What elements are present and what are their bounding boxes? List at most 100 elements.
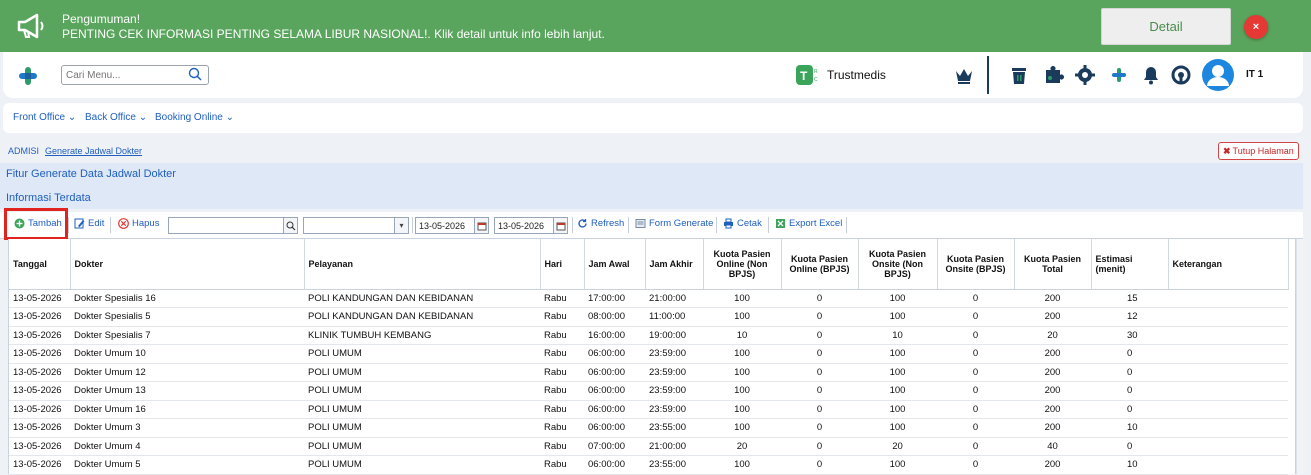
col-tanggal[interactable]: Tanggal — [9, 239, 71, 290]
cell-jam-awal: 06:00:00 — [584, 363, 645, 382]
cell-estimasi: 30 — [1091, 326, 1168, 345]
col-jam-akhir[interactable]: Jam Akhir — [645, 239, 704, 290]
cell-kuota-online-bpjs: 0 — [781, 437, 858, 456]
cell-kuota-total: 200 — [1014, 289, 1091, 308]
table-row[interactable]: 13-05-2026 Dokter Umum 4 POLI UMUM Rabu 07:0… — [9, 437, 1288, 456]
table-row[interactable]: 13-05-2026 Dokter Umum 10 POLI UMUM Rabu 06:… — [9, 344, 1288, 364]
calendar-icon[interactable] — [553, 218, 567, 233]
nav-front-office[interactable]: Front Office ⌄ — [13, 112, 76, 123]
col-keterangan[interactable]: Keterangan — [1168, 239, 1289, 290]
close-page-label: Tutup Halaman — [1232, 146, 1294, 156]
cell-estimasi: 0 — [1091, 437, 1168, 456]
cell-kuota-online-non-bpjs: 100 — [703, 381, 781, 401]
cell-kuota-online-bpjs: 0 — [781, 289, 858, 308]
cell-hari: Rabu — [540, 326, 584, 345]
cell-jam-akhir: 23:59:00 — [645, 363, 703, 382]
col-pelayanan[interactable]: Pelayanan — [304, 239, 541, 290]
cell-kuota-onsite-non-bpjs: 100 — [858, 344, 937, 364]
cell-dokter: Dokter Umum 4 — [70, 437, 304, 456]
user-name[interactable]: IT 1 — [1246, 69, 1263, 80]
col-kuota-online-bpjs[interactable]: Kuota Pasien Online (BPJS) — [781, 239, 859, 290]
col-kuota-online-non-bpjs[interactable]: Kuota Pasien Online (Non BPJS) — [703, 239, 782, 290]
app-logo-icon[interactable] — [17, 65, 39, 87]
menu-search-input[interactable] — [61, 65, 209, 85]
col-dokter[interactable]: Dokter — [70, 239, 305, 290]
close-page-button[interactable]: ✖ Tutup Halaman — [1218, 142, 1299, 160]
cell-dokter: Dokter Umum 10 — [70, 344, 304, 364]
svg-text:C: C — [814, 77, 818, 83]
col-hari[interactable]: Hari — [540, 239, 585, 290]
cell-kuota-online-non-bpjs: 100 — [703, 400, 781, 419]
toolbar-separator — [68, 217, 69, 233]
toolbar-separator — [412, 217, 413, 233]
bell-icon[interactable] — [1140, 64, 1162, 86]
search-icon[interactable] — [188, 67, 202, 81]
nav-back-office[interactable]: Back Office ⌄ — [85, 112, 147, 123]
gear-icon[interactable] — [1074, 64, 1096, 86]
chevron-down-icon[interactable]: ▾ — [394, 218, 408, 233]
cell-jam-awal: 16:00:00 — [584, 326, 645, 345]
headset-icon[interactable] — [1170, 64, 1192, 86]
cell-kuota-onsite-non-bpjs: 100 — [858, 400, 937, 419]
export-excel-button[interactable]: Export Excel — [775, 218, 842, 229]
user-avatar-icon[interactable] — [1202, 59, 1234, 91]
grid-scrollbar[interactable] — [1296, 239, 1305, 474]
cell-pelayanan: POLI KANDUNGAN DAN KEBIDANAN — [304, 307, 540, 327]
nav-booking-online[interactable]: Booking Online ⌄ — [155, 112, 234, 123]
table-row[interactable]: 13-05-2026 Dokter Umum 16 POLI UMUM Rabu 06:… — [9, 400, 1288, 419]
cell-kuota-total: 200 — [1014, 400, 1091, 419]
plus-cross-icon[interactable] — [1108, 64, 1130, 86]
calendar-icon[interactable] — [474, 218, 488, 233]
cell-kuota-onsite-bpjs: 0 — [937, 400, 1014, 419]
cell-jam-akhir: 19:00:00 — [645, 326, 703, 345]
export-excel-label: Export Excel — [789, 218, 843, 229]
cell-dokter: Dokter Spesialis 7 — [70, 326, 304, 345]
cell-estimasi: 0 — [1091, 381, 1168, 401]
edit-button[interactable]: Edit — [74, 218, 104, 229]
breadcrumb-root[interactable]: ADMISI — [8, 146, 39, 156]
cell-kuota-online-non-bpjs: 100 — [703, 344, 781, 364]
cell-kuota-online-bpjs: 0 — [781, 307, 858, 327]
date-to-field[interactable]: 13-05-2026 — [494, 217, 568, 234]
table-row[interactable]: 13-05-2026 Dokter Umum 3 POLI UMUM Rabu 06:0… — [9, 418, 1288, 438]
cell-tanggal: 13-05-2026 — [9, 344, 70, 364]
breadcrumb-current[interactable]: Generate Jadwal Dokter — [45, 146, 142, 156]
schedule-table: Tanggal Dokter Pelayanan Hari Jam Awal J… — [9, 239, 1289, 475]
col-estimasi[interactable]: Estimasi (menit) — [1091, 239, 1169, 290]
table-row[interactable]: 13-05-2026 Dokter Spesialis 16 POLI KANDUN… — [9, 289, 1288, 308]
table-row[interactable]: 13-05-2026 Dokter Umum 12 POLI UMUM Rabu 06:… — [9, 363, 1288, 382]
search-icon[interactable] — [283, 218, 297, 233]
print-button[interactable]: Cetak — [723, 218, 762, 229]
cell-kuota-onsite-non-bpjs: 100 — [858, 363, 937, 382]
refresh-button[interactable]: Refresh — [577, 218, 624, 229]
cell-hari: Rabu — [540, 400, 584, 419]
cell-kuota-online-bpjs: 0 — [781, 344, 858, 364]
col-jam-awal[interactable]: Jam Awal — [584, 239, 646, 290]
cell-keterangan — [1168, 381, 1288, 401]
col-kuota-onsite-non-bpjs[interactable]: Kuota Pasien Onsite (Non BPJS) — [858, 239, 938, 290]
cell-hari: Rabu — [540, 289, 584, 308]
table-row[interactable]: 13-05-2026 Dokter Umum 5 POLI UMUM Rabu 06:0… — [9, 455, 1288, 475]
form-generate-button[interactable]: Form Generate — [635, 218, 713, 229]
cell-tanggal: 13-05-2026 — [9, 381, 70, 401]
col-kuota-onsite-bpjs[interactable]: Kuota Pasien Onsite (BPJS) — [937, 239, 1015, 290]
close-icon: ✖ — [1223, 145, 1231, 156]
table-row[interactable]: 13-05-2026 Dokter Spesialis 5 POLI KANDUNG… — [9, 307, 1288, 327]
cell-kuota-onsite-non-bpjs: 100 — [858, 381, 937, 401]
date-from-field[interactable]: 13-05-2026 — [415, 217, 489, 234]
crown-icon[interactable] — [953, 64, 975, 86]
detail-button[interactable]: Detail — [1101, 8, 1231, 45]
table-row[interactable]: 13-05-2026 Dokter Umum 13 POLI UMUM Rabu 06:… — [9, 381, 1288, 401]
trash-icon[interactable] — [1008, 64, 1030, 86]
table-row[interactable]: 13-05-2026 Dokter Spesialis 7 KLINIK TUMBU… — [9, 326, 1288, 345]
user-silhouette-icon — [1207, 65, 1229, 86]
grid-search-input[interactable] — [168, 217, 298, 234]
puzzle-icon[interactable] — [1042, 64, 1064, 86]
cell-tanggal: 13-05-2026 — [9, 418, 70, 438]
close-announcement-button[interactable]: × — [1244, 15, 1268, 39]
col-kuota-total[interactable]: Kuota Pasien Total — [1014, 239, 1092, 290]
cell-kuota-online-non-bpjs: 100 — [703, 289, 781, 308]
filter-select[interactable]: ▾ — [303, 217, 409, 234]
toolbar-separator — [110, 217, 111, 233]
delete-button[interactable]: Hapus — [118, 218, 159, 229]
